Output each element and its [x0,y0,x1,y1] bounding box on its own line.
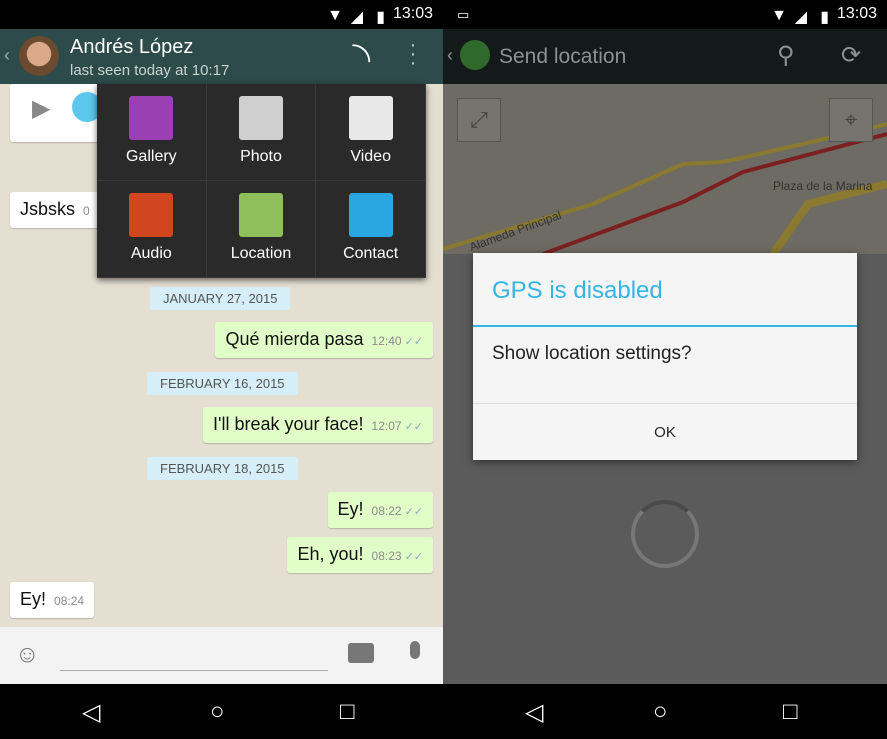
map[interactable]: ⤢ ⌖ Alameda Principal Plaza de la Marina [443,84,887,254]
recents-nav-icon[interactable]: □ [783,698,798,726]
back-icon[interactable]: ‹ [4,45,10,66]
refresh-icon[interactable]: ⟳ [841,41,861,70]
chat-screen: ▼ ◢ ▮ 13:03 ‹ Andrés López last seen tod… [0,0,443,739]
wifi-icon: ▼ [771,7,787,24]
place-label[interactable]: Plaza de la Marina [773,179,872,193]
battery-icon: ▮ [820,9,829,26]
paperclip-icon[interactable]: ⌒ [335,35,380,80]
microphone-icon [129,193,174,237]
microphone-icon[interactable] [410,641,420,659]
nav-bar: ◁ ○ □ [0,684,443,739]
chat-header: ‹ Andrés López last seen today at 10:17 … [0,29,443,84]
attach-label: Video [350,148,391,165]
double-check-icon: ✓✓ [404,336,423,348]
date-divider: JANUARY 27, 2015 [150,287,291,310]
screen-title: Send location [499,45,627,68]
location-header: ‹ Send location ⚲ ⟳ [443,29,887,84]
attach-label: Photo [240,148,282,165]
double-check-icon: ✓✓ [404,551,423,563]
attach-label: Location [230,245,292,262]
gps-dialog: GPS is disabled Show location settings? … [473,253,857,460]
signal-icon: ◢ [794,9,807,26]
attach-photo-button[interactable]: Photo [206,84,317,181]
double-check-icon: ✓✓ [404,506,423,518]
video-camera-icon [348,96,393,140]
whatsapp-logo-icon [460,40,490,70]
battery-icon: ▮ [376,9,385,26]
clock: 13:03 [392,5,433,22]
status-bar: ▭ ▼ ◢ ▮ 13:03 [443,0,887,29]
back-nav-icon[interactable]: ◁ [525,698,543,727]
search-icon[interactable]: ⚲ [777,41,795,70]
message-bubble: Qué mierda pasa 12:40 ✓✓ [215,322,433,358]
nav-bar: ◁ ○ □ [443,684,887,739]
play-icon[interactable]: ▶ [32,94,50,123]
ok-button[interactable]: OK [473,403,857,460]
attach-label: Audio [130,245,172,262]
message-bubble: I'll break your face! 12:07 ✓✓ [203,407,433,443]
send-location-screen: ▭ ▼ ◢ ▮ 13:03 ‹ Send location ⚲ ⟳ ⤢ ⌖ Al… [443,0,887,739]
my-location-button[interactable]: ⌖ [829,98,873,142]
emoji-icon[interactable]: ☺ [15,641,40,669]
camera-icon [238,96,283,140]
date-divider: FEBRUARY 18, 2015 [147,457,298,480]
message-bubble: Ey! 08:24 [10,582,95,618]
contact-name[interactable]: Andrés López [70,36,193,59]
image-notification-icon: ▭ [457,7,470,22]
attach-location-button[interactable]: Location [206,181,317,278]
input-bar: ☺ [0,627,443,684]
message-bubble: Ey! 08:22 ✓✓ [327,492,433,528]
attach-video-button[interactable]: Video [316,84,426,181]
camera-icon[interactable] [348,643,374,663]
signal-icon: ◢ [350,9,363,26]
contact-card-icon [348,193,393,237]
attach-audio-button[interactable]: Audio [97,181,207,278]
message-bubble: Jsbsks 0 [10,192,100,228]
dialog-message: Show location settings? [492,343,692,364]
dialog-title: GPS is disabled [492,277,663,304]
recents-nav-icon[interactable]: □ [340,698,355,726]
home-nav-icon[interactable]: ○ [210,698,225,726]
last-seen: last seen today at 10:17 [70,62,230,79]
date-divider: FEBRUARY 16, 2015 [147,372,298,395]
message-input[interactable] [60,643,328,671]
voice-message[interactable]: ▶ [10,84,110,142]
double-check-icon: ✓✓ [404,421,423,433]
wifi-icon: ▼ [327,7,343,24]
traffic-road [769,180,887,254]
attach-contact-button[interactable]: Contact [316,181,426,278]
loading-spinner [631,500,699,568]
message-bubble: Eh, you! 08:23 ✓✓ [287,537,433,573]
back-nav-icon[interactable]: ◁ [82,698,100,727]
avatar[interactable] [19,36,59,76]
attach-label: Gallery [125,148,177,165]
attach-gallery-button[interactable]: Gallery [97,84,207,181]
attach-menu: Gallery Photo Video Audio Location Contact [97,84,426,278]
home-nav-icon[interactable]: ○ [653,698,668,726]
attach-label: Contact [343,245,399,262]
back-icon[interactable]: ‹ [447,45,453,66]
map-icon [238,193,283,237]
more-options-icon[interactable]: · · · [408,35,418,73]
gallery-icon [129,96,174,140]
dialog-divider [473,325,857,327]
clock: 13:03 [836,5,877,22]
status-bar: ▼ ◢ ▮ 13:03 [0,0,443,29]
fullscreen-button[interactable]: ⤢ [457,98,501,142]
